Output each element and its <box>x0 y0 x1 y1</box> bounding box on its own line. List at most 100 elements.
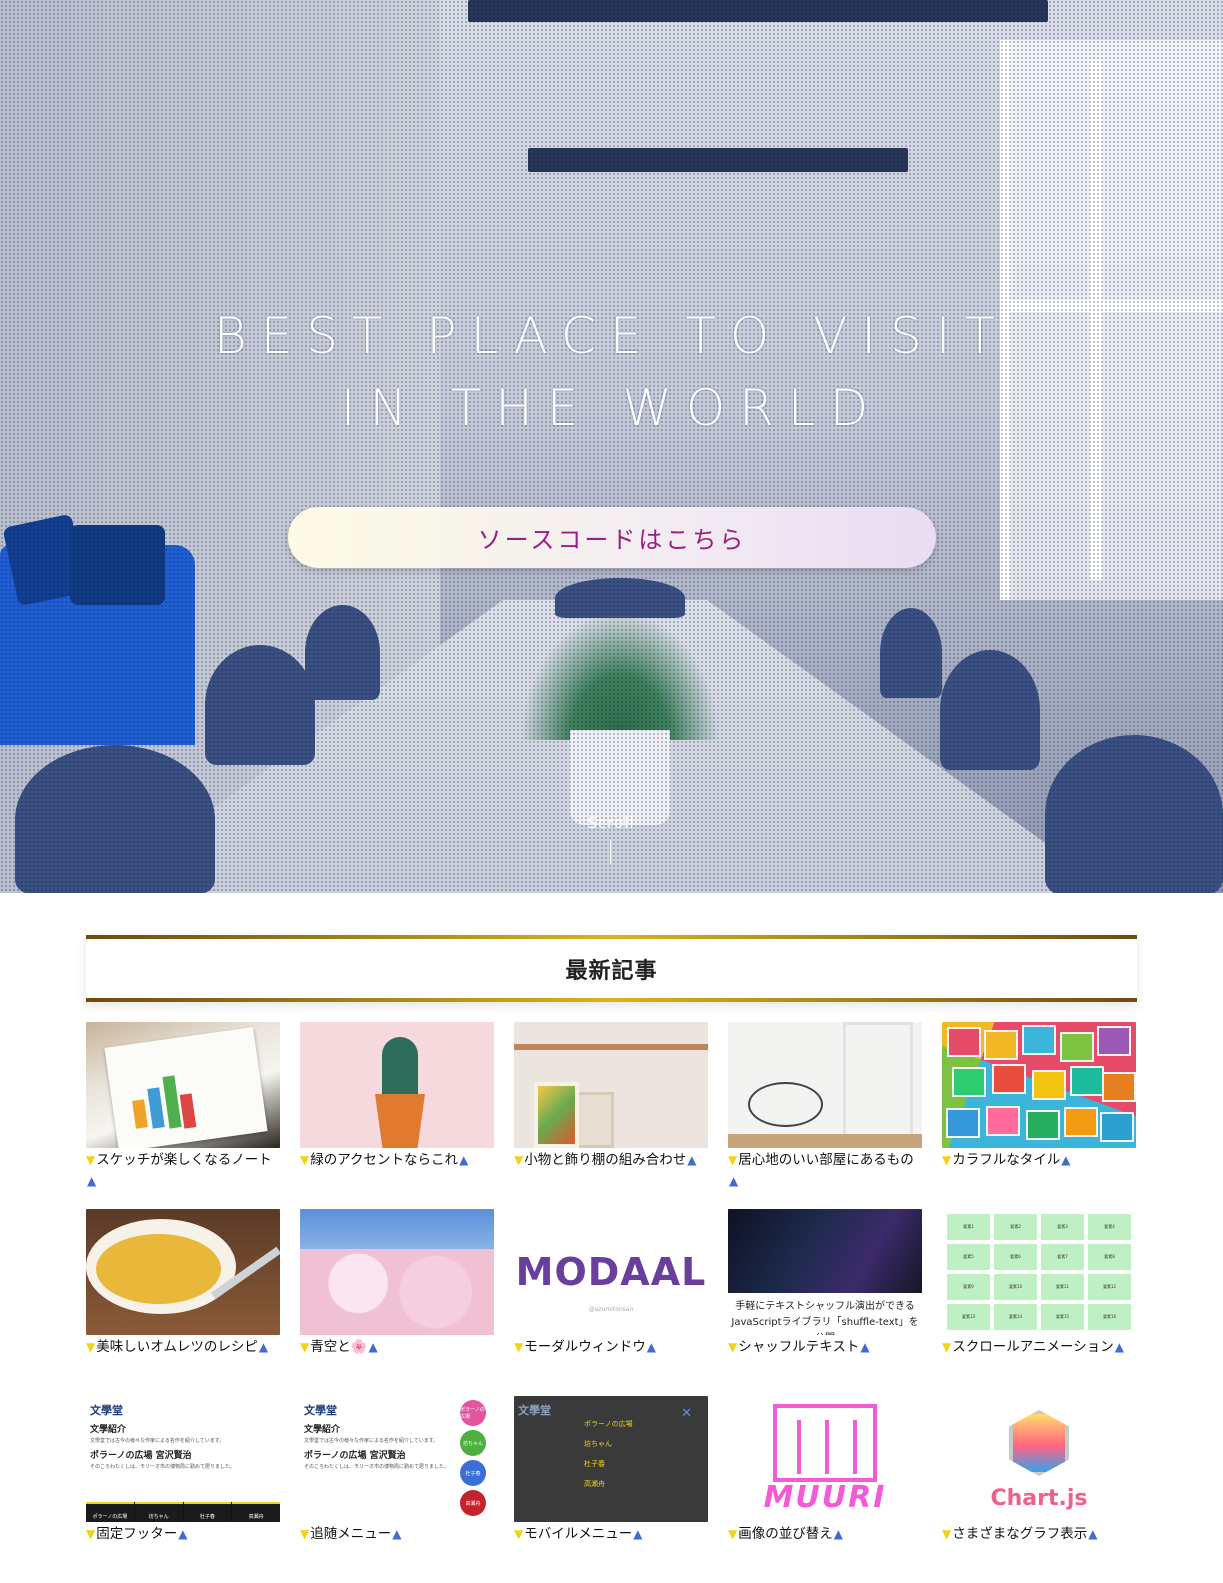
mobile-menu-item: 杜子春 <box>584 1460 605 1468</box>
article-thumbnail[interactable]: 文學堂 ✕ ポラーノの広場 坊ちゃん 杜子春 高瀬舟 <box>514 1396 708 1522</box>
modaal-logo: MODAAL <box>515 1250 707 1294</box>
article-card[interactable]: ▼居心地のいい部屋にあるもの ▲ <box>728 1022 922 1209</box>
article-title[interactable]: ▼緑のアクセントならこれ▲ <box>300 1148 494 1171</box>
scroll-cell: 要素14 <box>994 1304 1037 1330</box>
article-card[interactable]: ▼美味しいオムレツのレシピ▲ <box>86 1209 280 1396</box>
triangle-down-icon: ▼ <box>728 1153 738 1167</box>
article-title[interactable]: ▼スケッチが楽しくなるノート ▲ <box>86 1148 280 1192</box>
article-card[interactable]: 文學堂 ✕ ポラーノの広場 坊ちゃん 杜子春 高瀬舟 ▼モバイルメニュー▲ <box>514 1396 708 1583</box>
mosaic-tile <box>1022 1025 1056 1055</box>
article-title[interactable]: ▼シャッフルテキスト▲ <box>728 1335 922 1358</box>
article-card[interactable]: MUURI ▼画像の並び替え▲ <box>728 1396 922 1583</box>
triangle-up-icon: ▲ <box>646 1340 656 1354</box>
article-title-text: 美味しいオムレツのレシピ <box>96 1339 258 1355</box>
doc-subheading: ポラーノの広場 宮沢賢治 <box>90 1451 192 1461</box>
article-thumbnail[interactable] <box>300 1022 494 1148</box>
mosaic-tile <box>1032 1070 1066 1100</box>
muuri-logo-pillar <box>825 1420 829 1474</box>
article-thumbnail[interactable]: 要素1 要素2 要素3 要素4 要素5 要素6 要素7 要素8 要素9 要素10… <box>942 1209 1136 1335</box>
chartjs-wordmark: Chart.js <box>990 1486 1088 1511</box>
shuffle-caption-line: 手軽にテキストシャッフル演出ができる <box>735 1301 915 1312</box>
footer-item: ポラーノの広場 <box>86 1502 134 1522</box>
doc-paragraph: 文學堂では古今の様々な作家による名作を紹介しています。 <box>90 1438 225 1444</box>
article-title[interactable]: ▼美味しいオムレツのレシピ▲ <box>86 1335 280 1358</box>
footer-item: 高瀬舟 <box>232 1502 280 1522</box>
article-title[interactable]: ▼追随メニュー▲ <box>300 1522 494 1545</box>
article-thumbnail[interactable] <box>514 1022 708 1148</box>
article-thumbnail[interactable]: 文學堂 文學紹介 文學堂では古今の様々な作家による名作を紹介しています。 ポラー… <box>86 1396 280 1522</box>
article-title-text: スケッチが楽しくなるノート <box>96 1152 272 1168</box>
article-thumbnail[interactable]: 手軽にテキストシャッフル演出ができる JavaScriptライブラリ「shuff… <box>728 1209 922 1335</box>
article-thumbnail[interactable] <box>86 1209 280 1335</box>
article-card[interactable]: 要素1 要素2 要素3 要素4 要素5 要素6 要素7 要素8 要素9 要素10… <box>942 1209 1136 1396</box>
article-thumbnail[interactable]: 文學堂 文學紹介 文學堂では古今の様々な作家による名作を紹介しています。 ポラー… <box>300 1396 494 1522</box>
scroll-cell: 要素7 <box>1041 1244 1084 1270</box>
article-card[interactable]: 文學堂 文學紹介 文學堂では古今の様々な作家による名作を紹介しています。 ポラー… <box>86 1396 280 1583</box>
triangle-up-icon: ▲ <box>687 1153 697 1167</box>
triangle-down-icon: ▼ <box>942 1527 952 1541</box>
article-title[interactable]: ▼スクロールアニメーション▲ <box>942 1335 1136 1358</box>
mobile-menu-item: 坊ちゃん <box>584 1440 612 1448</box>
article-card[interactable]: 手軽にテキストシャッフル演出ができる JavaScriptライブラリ「shuff… <box>728 1209 922 1396</box>
article-title-text: モバイルメニュー <box>524 1526 633 1542</box>
article-title[interactable]: ▼モバイルメニュー▲ <box>514 1522 708 1545</box>
article-title[interactable]: ▼小物と飾り棚の組み合わせ▲ <box>514 1148 708 1171</box>
triangle-up-icon: ▲ <box>258 1340 269 1354</box>
article-thumbnail[interactable]: Chart.js <box>942 1396 1136 1522</box>
article-thumbnail[interactable] <box>300 1209 494 1335</box>
article-title[interactable]: ▼固定フッター▲ <box>86 1522 280 1545</box>
triangle-up-icon: ▲ <box>87 1174 97 1188</box>
triangle-down-icon: ▼ <box>728 1527 738 1541</box>
article-card[interactable]: ▼小物と飾り棚の組み合わせ▲ <box>514 1022 708 1209</box>
triangle-up-icon: ▲ <box>860 1340 870 1354</box>
omelet <box>96 1234 221 1304</box>
hero-title-line-1: BEST PLACE TO VISIT <box>213 307 1010 365</box>
article-card[interactable]: ▼青空と🌸▲ <box>300 1209 494 1396</box>
article-title[interactable]: ▼カラフルなタイル▲ <box>942 1148 1136 1171</box>
article-card[interactable]: 文學堂 文學紹介 文學堂では古今の様々な作家による名作を紹介しています。 ポラー… <box>300 1396 494 1583</box>
scroll-cell: 要素13 <box>947 1304 990 1330</box>
triangle-down-icon: ▼ <box>514 1153 524 1167</box>
article-thumbnail[interactable]: MODAAL @azumitonsan <box>514 1209 708 1335</box>
scroll-cell: 要素1 <box>947 1214 990 1240</box>
shuffle-caption-line: JavaScriptライブラリ「shuffle-text」を公開 <box>731 1317 919 1335</box>
article-card[interactable]: ▼スケッチが楽しくなるノート ▲ <box>86 1022 280 1209</box>
article-title-text: カラフルなタイル <box>952 1152 1061 1168</box>
article-thumbnail[interactable] <box>86 1022 280 1148</box>
close-icon: ✕ <box>681 1406 692 1421</box>
triangle-up-icon: ▲ <box>178 1527 188 1541</box>
triangle-up-icon: ▲ <box>1061 1153 1071 1167</box>
source-code-button[interactable]: ソースコードはこちら <box>288 507 936 568</box>
scroll-indicator[interactable]: Scroll <box>575 814 647 832</box>
mosaic-tile <box>947 1027 981 1057</box>
article-title[interactable]: ▼さまざまなグラフ表示▲ <box>942 1522 1136 1545</box>
article-thumbnail[interactable] <box>728 1022 922 1148</box>
mosaic-tile <box>1070 1066 1104 1096</box>
article-card[interactable]: Chart.js ▼さまざまなグラフ表示▲ <box>942 1396 1136 1583</box>
hero-dot-overlay <box>0 0 1223 893</box>
article-thumbnail[interactable]: MUURI <box>728 1396 922 1522</box>
article-card[interactable]: ▼カラフルなタイル▲ <box>942 1022 1136 1209</box>
mosaic-tile <box>984 1030 1018 1060</box>
triangle-down-icon: ▼ <box>86 1340 96 1354</box>
cactus-pot <box>375 1094 425 1148</box>
article-card[interactable]: MODAAL @azumitonsan ▼モーダルウィンドウ▲ <box>514 1209 708 1396</box>
scroll-cell: 要素4 <box>1088 1214 1131 1240</box>
scroll-cell: 要素6 <box>994 1244 1037 1270</box>
triangle-up-icon: ▲ <box>729 1174 739 1188</box>
cactus <box>382 1037 418 1099</box>
doc-subheading: 文學紹介 <box>90 1425 127 1435</box>
article-title[interactable]: ▼モーダルウィンドウ▲ <box>514 1335 708 1358</box>
wall-shelf <box>514 1044 708 1050</box>
mosaic-tile <box>1100 1112 1134 1142</box>
article-title[interactable]: ▼画像の並び替え▲ <box>728 1522 922 1545</box>
doc-paragraph: そのころわたくしは、モリーオ市の博物局に勤めて居りました。 <box>90 1464 236 1470</box>
muuri-logo-pillar <box>853 1420 857 1474</box>
article-title[interactable]: ▼居心地のいい部屋にあるもの ▲ <box>728 1148 922 1192</box>
article-card[interactable]: ▼緑のアクセントならこれ▲ <box>300 1022 494 1209</box>
mosaic-tile <box>1097 1026 1131 1056</box>
article-thumbnail[interactable] <box>942 1022 1136 1148</box>
article-grid: ▼ スケッチが楽しくなるノート ▲ ▼緑のアクセントならこれ▲ ▼小物と飾り棚の組み… <box>86 1022 1137 1583</box>
triangle-down-icon: ▼ <box>514 1340 524 1354</box>
article-title[interactable]: ▼青空と🌸▲ <box>300 1335 494 1358</box>
